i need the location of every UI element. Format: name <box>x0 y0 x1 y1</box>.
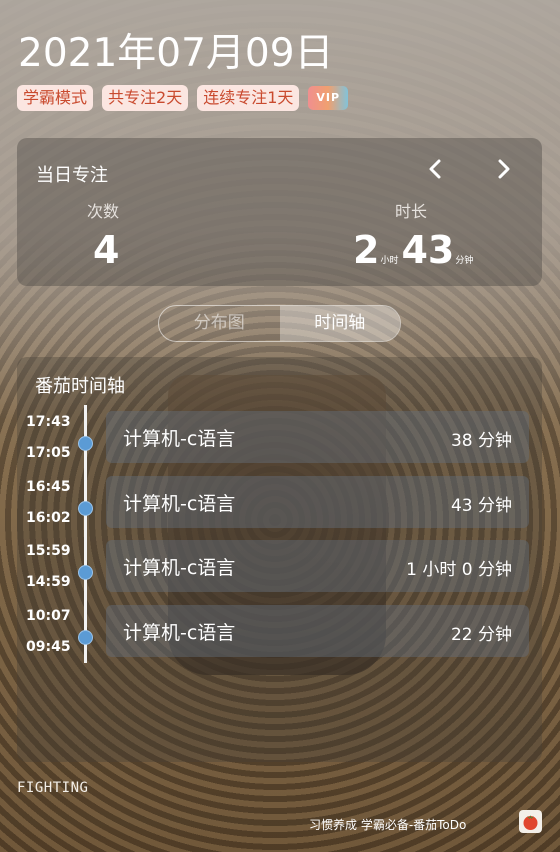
tag-mode: 学霸模式 <box>17 85 94 111</box>
vip-badge[interactable]: VIP <box>308 86 349 110</box>
count-label: 次数 <box>87 202 120 221</box>
duration-minutes-unit: 分钟 <box>455 256 474 266</box>
duration-hours: 2 <box>353 228 380 272</box>
duration-value: 2 小时 43 分钟 <box>353 228 476 272</box>
timeline-dot <box>78 436 93 451</box>
entry-task: 计算机-c语言 <box>123 622 236 644</box>
chevron-left-icon <box>429 159 441 179</box>
entry-end-time: 17:43 <box>26 414 71 430</box>
app-logo <box>519 810 542 833</box>
timeline-entry: 16:45 16:02 计算机-c语言 43 分钟 <box>17 476 542 543</box>
entry-start-time: 17:05 <box>26 445 71 461</box>
daily-focus-title: 当日专注 <box>36 165 108 186</box>
entry-duration: 43 分钟 <box>450 496 512 516</box>
next-day-button[interactable] <box>489 154 519 184</box>
entry-start-time: 09:45 <box>26 639 71 655</box>
duration-minutes: 43 <box>401 228 455 272</box>
timeline-entry: 15:59 14:59 计算机-c语言 1 小时 0 分钟 <box>17 540 542 607</box>
entry-start-time: 14:59 <box>26 574 71 590</box>
duration-hours-unit: 小时 <box>380 256 399 266</box>
entry-end-time: 15:59 <box>26 543 71 559</box>
tag-total-days: 共专注2天 <box>102 85 189 111</box>
timeline-entry: 17:43 17:05 计算机-c语言 38 分钟 <box>17 411 542 478</box>
previous-day-button[interactable] <box>420 154 450 184</box>
tab-timeline[interactable]: 时间轴 <box>279 306 400 341</box>
entry-duration: 1 小时 0 分钟 <box>406 560 512 580</box>
entry-duration: 38 分钟 <box>450 431 512 451</box>
motto-text: FIGHTING <box>17 780 89 796</box>
app-slogan: 习惯养成 学霸必备-番茄ToDo <box>309 818 467 832</box>
chevron-right-icon <box>498 159 510 179</box>
entry-start-time: 16:02 <box>26 510 71 526</box>
timeline-entry-bar[interactable]: 计算机-c语言 1 小时 0 分钟 <box>106 540 529 592</box>
entry-duration: 22 分钟 <box>450 625 512 645</box>
timeline-entry-bar[interactable]: 计算机-c语言 38 分钟 <box>106 411 529 463</box>
entry-task: 计算机-c语言 <box>123 557 236 579</box>
page-date: 2021年07月09日 <box>18 31 334 76</box>
timeline-dot <box>78 630 93 645</box>
view-toggle: 分布图 时间轴 <box>158 305 401 342</box>
tab-distribution[interactable]: 分布图 <box>159 306 280 341</box>
entry-task: 计算机-c语言 <box>123 493 236 515</box>
timeline-card: 番茄时间轴 17:43 17:05 计算机-c语言 38 分钟 16:45 16… <box>17 357 542 762</box>
timeline-entry-bar[interactable]: 计算机-c语言 43 分钟 <box>106 476 529 528</box>
timeline-dot <box>78 565 93 580</box>
entry-task: 计算机-c语言 <box>123 428 236 450</box>
tomato-icon <box>523 815 538 830</box>
daily-focus-card: 当日专注 次数 时长 4 2 小时 43 分钟 <box>17 138 542 286</box>
timeline-entry-bar[interactable]: 计算机-c语言 22 分钟 <box>106 605 529 657</box>
timeline-dot <box>78 501 93 516</box>
timeline-title: 番茄时间轴 <box>35 376 125 397</box>
timeline-entry: 10:07 09:45 计算机-c语言 22 分钟 <box>17 605 542 672</box>
entry-end-time: 10:07 <box>26 608 71 624</box>
count-value: 4 <box>93 228 120 272</box>
tag-row: 学霸模式 共专注2天 连续专注1天 VIP <box>17 85 349 111</box>
duration-label: 时长 <box>395 202 428 221</box>
tag-streak: 连续专注1天 <box>197 85 300 111</box>
entry-end-time: 16:45 <box>26 479 71 495</box>
